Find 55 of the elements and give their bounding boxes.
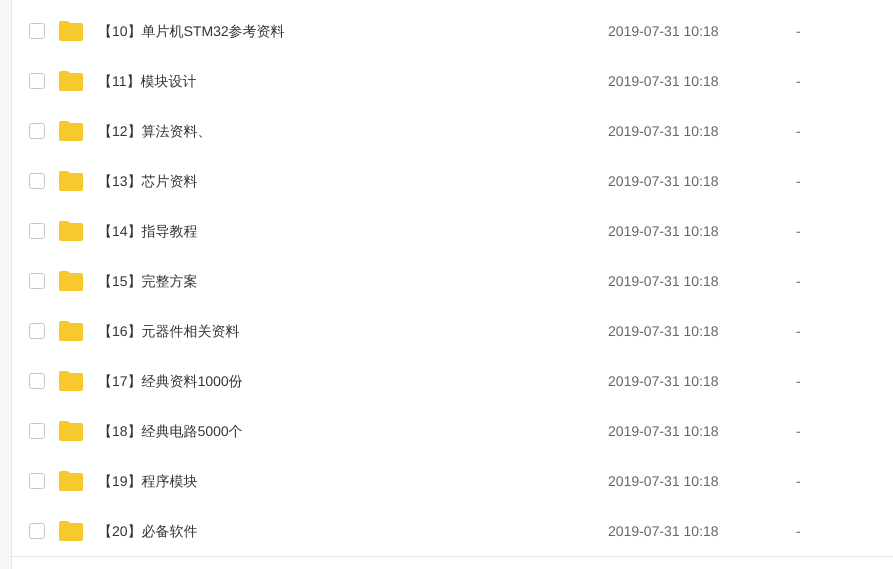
checkbox[interactable]: [29, 323, 45, 339]
checkbox[interactable]: [29, 523, 45, 539]
file-size: -: [796, 372, 801, 390]
checkbox[interactable]: [29, 423, 45, 439]
folder-icon: [58, 20, 84, 42]
file-size: -: [796, 22, 801, 40]
folder-icon: [58, 470, 84, 492]
folder-name[interactable]: 【10】单片机STM32参考资料: [98, 20, 608, 42]
folder-icon: [58, 370, 84, 392]
modified-date: 2019-07-31 10:18: [608, 72, 720, 90]
folder-icon: [58, 170, 84, 192]
folder-name[interactable]: 【16】元器件相关资料: [98, 320, 608, 342]
folder-icon: [58, 70, 84, 92]
checkbox[interactable]: [29, 223, 45, 239]
folder-icon: [58, 120, 84, 142]
file-size: -: [796, 122, 801, 140]
folder-icon: [58, 270, 84, 292]
folder-name[interactable]: 【14】指导教程: [98, 220, 608, 242]
folder-icon: [58, 520, 84, 542]
checkbox[interactable]: [29, 73, 45, 89]
folder-name[interactable]: 【15】完整方案: [98, 270, 608, 292]
file-size: -: [796, 222, 801, 240]
file-size: -: [796, 172, 801, 190]
modified-date: 2019-07-31 10:18: [608, 472, 720, 490]
folder-name[interactable]: 【11】模块设计: [98, 70, 608, 92]
folder-icon: [58, 320, 84, 342]
modified-date: 2019-07-31 10:18: [608, 222, 720, 240]
file-size: -: [796, 272, 801, 290]
modified-date: 2019-07-31 10:18: [608, 172, 720, 190]
checkbox[interactable]: [29, 173, 45, 189]
folder-name[interactable]: 【20】必备软件: [98, 520, 608, 542]
folder-name[interactable]: 【13】芯片资料: [98, 170, 608, 192]
folder-icon: [58, 420, 84, 442]
checkbox[interactable]: [29, 123, 45, 139]
file-size: -: [796, 472, 801, 490]
folder-name[interactable]: 【19】程序模块: [98, 470, 608, 492]
checkbox[interactable]: [29, 273, 45, 289]
file-size: -: [796, 522, 801, 540]
folder-icon: [58, 220, 84, 242]
checkbox[interactable]: [29, 373, 45, 389]
modified-date: 2019-07-31 10:18: [608, 422, 720, 440]
modified-date: 2019-07-31 10:18: [608, 372, 720, 390]
folder-name[interactable]: 【12】算法资料、: [98, 120, 608, 142]
checkbox[interactable]: [29, 473, 45, 489]
modified-date: 2019-07-31 10:18: [608, 22, 720, 40]
folder-name[interactable]: 【17】经典资料1000份: [98, 370, 608, 392]
file-size: -: [796, 322, 801, 340]
folder-name[interactable]: 【18】经典电路5000个: [98, 420, 608, 442]
modified-date: 2019-07-31 10:18: [608, 322, 720, 340]
modified-date: 2019-07-31 10:18: [608, 122, 720, 140]
modified-date: 2019-07-31 10:18: [608, 272, 720, 290]
file-size: -: [796, 422, 801, 440]
file-size: -: [796, 72, 801, 90]
modified-date: 2019-07-31 10:18: [608, 522, 720, 540]
checkbox[interactable]: [29, 23, 45, 39]
